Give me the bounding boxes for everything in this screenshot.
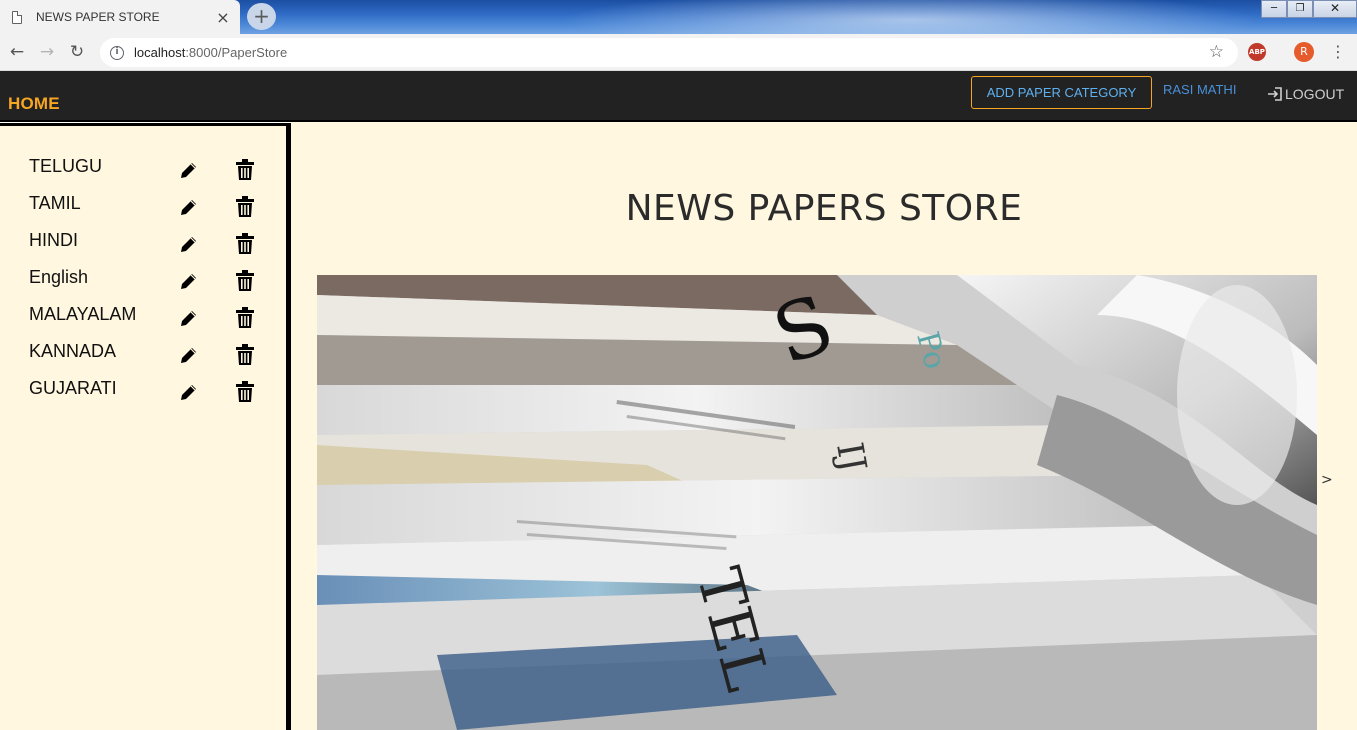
delete-trash-icon[interactable] xyxy=(236,159,254,180)
logout-link[interactable]: LOGOUT xyxy=(1267,86,1344,102)
url-path: :8000/PaperStore xyxy=(185,45,288,60)
category-item: English xyxy=(29,267,269,297)
category-item: TELUGU xyxy=(29,156,269,186)
category-item: MALAYALAM xyxy=(29,304,269,334)
category-sidebar: TELUGU TAMIL HINDI English MALAYALAM KAN… xyxy=(0,123,291,730)
window-close-icon[interactable]: ✕ xyxy=(1313,0,1357,18)
category-item: KANNADA xyxy=(29,341,269,371)
carousel-image: S TEL IJ Po xyxy=(317,275,1317,730)
edit-pencil-icon[interactable] xyxy=(179,197,199,217)
category-label[interactable]: MALAYALAM xyxy=(29,304,136,325)
bookmark-star-icon[interactable]: ☆ xyxy=(1209,42,1224,62)
restore-icon[interactable]: ❐ xyxy=(1287,0,1313,18)
address-bar[interactable]: i localhost:8000/PaperStore ☆ xyxy=(100,38,1238,67)
edit-pencil-icon[interactable] xyxy=(179,234,199,254)
category-label[interactable]: TAMIL xyxy=(29,193,81,214)
back-arrow-icon[interactable]: ← xyxy=(4,39,30,65)
info-icon[interactable]: i xyxy=(110,45,124,60)
app-navbar: HOME ADD PAPER CATEGORY RASI MATHI LOGOU… xyxy=(0,71,1357,122)
edit-pencil-icon[interactable] xyxy=(179,382,199,402)
adblock-icon[interactable]: ABP xyxy=(1248,43,1266,61)
delete-trash-icon[interactable] xyxy=(236,307,254,328)
profile-avatar[interactable]: R xyxy=(1294,42,1314,62)
delete-trash-icon[interactable] xyxy=(236,196,254,217)
delete-trash-icon[interactable] xyxy=(236,344,254,365)
page-icon xyxy=(12,10,22,24)
titlebar-background xyxy=(560,0,1260,34)
logout-label: LOGOUT xyxy=(1285,86,1345,102)
edit-pencil-icon[interactable] xyxy=(179,160,199,180)
url-host: localhost xyxy=(134,45,186,60)
category-label[interactable]: TELUGU xyxy=(29,156,102,177)
edit-pencil-icon[interactable] xyxy=(179,271,199,291)
forward-arrow-icon[interactable]: → xyxy=(34,39,60,65)
newspapers-photo: S TEL IJ Po xyxy=(317,275,1317,730)
minimize-icon[interactable]: ─ xyxy=(1261,0,1287,18)
delete-trash-icon[interactable] xyxy=(236,381,254,402)
reload-icon[interactable]: ↻ xyxy=(64,39,90,65)
browser-toolbar: ← → ↻ i localhost:8000/PaperStore ☆ ABP … xyxy=(0,34,1357,71)
browser-menu-icon[interactable]: ⋮ xyxy=(1330,40,1346,64)
user-name-link[interactable]: RASI MATHI xyxy=(1163,82,1236,97)
category-item: TAMIL xyxy=(29,193,269,223)
category-item: GUJARATI xyxy=(29,378,269,408)
url-text[interactable]: localhost:8000/PaperStore xyxy=(134,45,287,60)
page-title: NEWS PAPERS STORE xyxy=(625,188,1023,229)
browser-tab[interactable]: NEWS PAPER STORE × xyxy=(0,0,240,34)
tab-title: NEWS PAPER STORE xyxy=(36,10,160,24)
category-item: HINDI xyxy=(29,230,269,260)
home-link[interactable]: HOME xyxy=(8,94,60,114)
add-paper-category-button[interactable]: ADD PAPER CATEGORY xyxy=(971,76,1152,109)
category-label[interactable]: GUJARATI xyxy=(29,378,117,399)
logout-icon xyxy=(1268,87,1282,101)
edit-pencil-icon[interactable] xyxy=(179,345,199,365)
delete-trash-icon[interactable] xyxy=(236,233,254,254)
delete-trash-icon[interactable] xyxy=(236,270,254,291)
category-label[interactable]: HINDI xyxy=(29,230,78,251)
window-controls: ─ ❐ ✕ xyxy=(1261,0,1357,18)
browser-titlebar: NEWS PAPER STORE × + ─ ❐ ✕ xyxy=(0,0,1357,34)
edit-pencil-icon[interactable] xyxy=(179,308,199,328)
main-content: NEWS PAPERS STORE S TEL IJ Po > xyxy=(291,122,1357,730)
new-tab-button[interactable]: + xyxy=(247,3,276,30)
category-label[interactable]: KANNADA xyxy=(29,341,116,362)
carousel-next-arrow[interactable]: > xyxy=(1321,472,1333,488)
category-label[interactable]: English xyxy=(29,267,88,288)
tab-close-icon[interactable]: × xyxy=(212,8,234,27)
